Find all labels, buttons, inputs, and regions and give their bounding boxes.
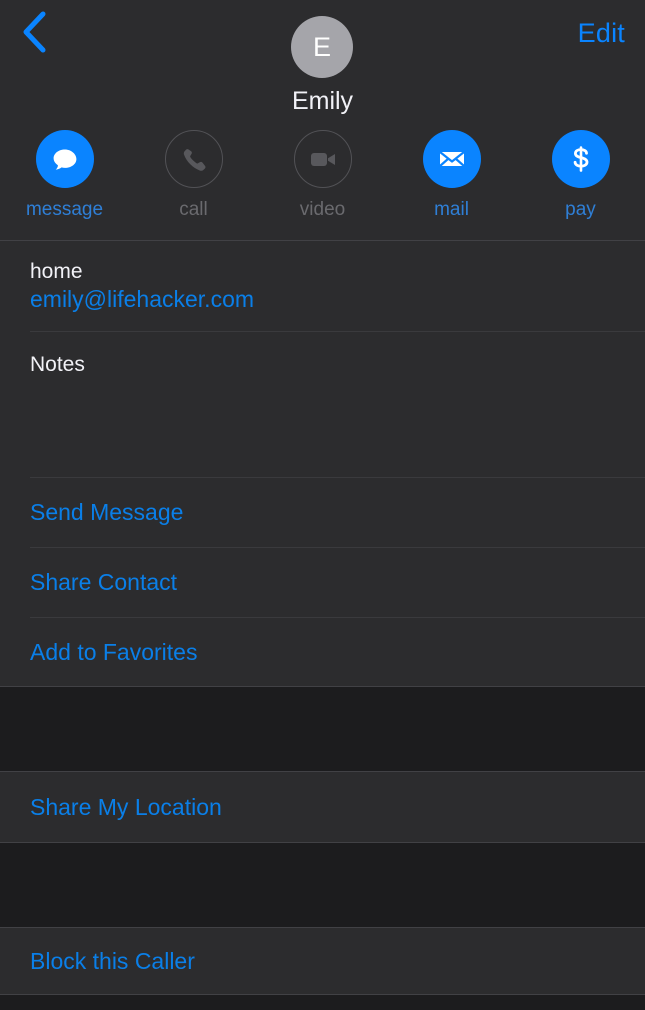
chevron-left-icon (21, 11, 47, 53)
quick-action-mail[interactable]: mail (387, 130, 516, 221)
quick-action-label: pay (565, 199, 596, 220)
edit-button[interactable]: Edit (578, 18, 625, 48)
add-to-favorites-row[interactable]: Add to Favorites (0, 618, 645, 686)
add-to-favorites-label: Add to Favorites (30, 638, 198, 665)
video-camera-icon (293, 130, 352, 188)
quick-action-label: mail (434, 199, 469, 220)
divider (0, 842, 645, 843)
quick-action-call: call (129, 130, 258, 221)
quick-action-label: message (25, 199, 104, 220)
contact-actions-section: Send Message Share Contact Add to Favori… (0, 478, 645, 686)
contact-name: Emily (291, 87, 354, 115)
send-message-row[interactable]: Send Message (0, 478, 645, 547)
share-my-location-label: Share My Location (30, 793, 222, 820)
quick-action-label: call (179, 199, 208, 220)
quick-action-message[interactable]: message (0, 130, 129, 221)
message-bubble-icon (35, 130, 94, 188)
back-button[interactable] (8, 6, 60, 58)
bottom-strip (0, 995, 645, 1010)
section-gap (0, 686, 645, 772)
contact-detail-screen: Edit E Emily message call video mail pay… (0, 0, 645, 1010)
quick-action-video: video (258, 130, 387, 221)
notes-label: Notes (30, 353, 85, 376)
share-location-section: Share My Location (0, 772, 645, 842)
share-my-location-row[interactable]: Share My Location (0, 772, 645, 842)
notes-section[interactable]: Notes (0, 332, 645, 477)
envelope-icon (422, 130, 481, 188)
block-this-caller-label: Block this Caller (30, 947, 195, 974)
quick-action-label: video (299, 199, 346, 220)
avatar[interactable]: E (291, 16, 353, 78)
quick-action-pay[interactable]: pay (516, 130, 645, 221)
email-value[interactable]: emily@lifehacker.com (30, 286, 254, 313)
avatar-initial: E (312, 31, 331, 62)
email-label: home (30, 260, 83, 283)
quick-actions-row: message call video mail pay (0, 130, 645, 221)
divider (0, 686, 645, 687)
section-gap (0, 842, 645, 928)
contact-header: Edit E Emily message call video mail pay (0, 0, 645, 240)
block-this-caller-row[interactable]: Block this Caller (0, 928, 645, 994)
dollar-sign-icon (551, 130, 610, 188)
email-section: home emily@lifehacker.com (0, 241, 645, 331)
block-caller-section: Block this Caller (0, 928, 645, 994)
phone-icon (164, 130, 223, 188)
send-message-label: Send Message (30, 499, 184, 525)
share-contact-row[interactable]: Share Contact (0, 548, 645, 617)
email-row[interactable]: home emily@lifehacker.com (0, 241, 645, 331)
share-contact-label: Share Contact (30, 569, 178, 595)
